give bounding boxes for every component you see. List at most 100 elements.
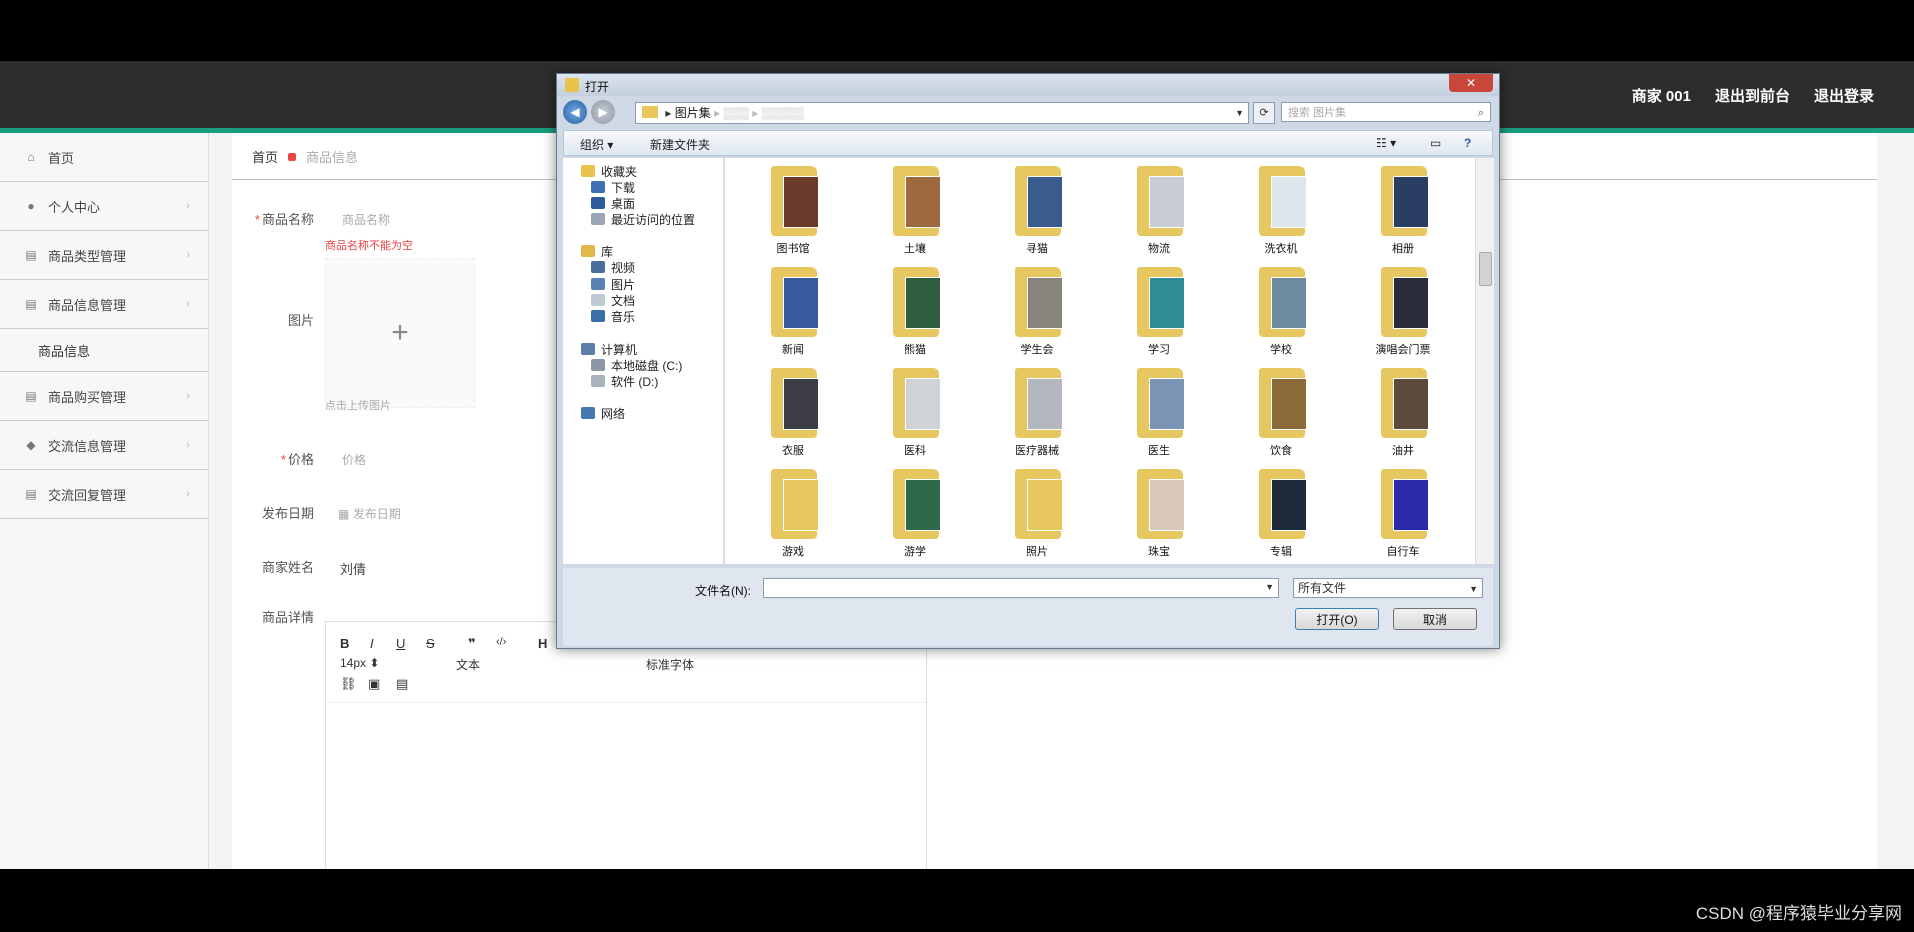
date-input[interactable]: ▦ 发布日期 — [338, 505, 401, 522]
folder-item[interactable]: 医生 — [1103, 362, 1215, 462]
nav-item-icon — [581, 245, 595, 257]
folder-item[interactable]: 土壤 — [859, 160, 971, 260]
refresh-button[interactable]: ⟳ — [1253, 102, 1275, 124]
folder-label: 医疗器械 — [1015, 445, 1059, 457]
folder-item[interactable]: 学生会 — [981, 261, 1093, 361]
underline-icon[interactable]: U — [396, 636, 405, 651]
filename-input[interactable]: ▼ — [763, 578, 1279, 598]
logout-link[interactable]: 退出登录 — [1814, 85, 1874, 106]
filename-dropdown-icon[interactable]: ▼ — [1265, 582, 1274, 592]
folder-item[interactable]: 珠宝 — [1103, 463, 1215, 563]
folder-item[interactable]: 学校 — [1225, 261, 1337, 361]
quote-icon[interactable]: ❞ — [468, 636, 476, 652]
rich-text-editor[interactable]: B I U S ❞ ‹/› H 14px ⬍ 文本 标准字体 ⛓ ▣ ▤ — [325, 621, 927, 869]
italic-icon[interactable]: I — [370, 636, 374, 651]
folder-item[interactable]: 熊猫 — [859, 261, 971, 361]
sidebar-item-label: 交流回复管理 — [48, 487, 127, 503]
file-type-select[interactable]: 所有文件 ▼ — [1293, 578, 1483, 598]
price-input[interactable]: 价格 — [342, 451, 366, 468]
folder-item[interactable]: 物流 — [1103, 160, 1215, 260]
sidebar-subitem-info[interactable]: 商品信息 — [0, 329, 208, 372]
preview-pane-icon[interactable]: ▭ — [1430, 136, 1441, 150]
organize-button[interactable]: 组织 ▾ — [580, 136, 613, 153]
folder-item[interactable]: 自行车 — [1347, 463, 1459, 563]
nav-item-icon — [591, 197, 605, 209]
name-input[interactable]: 商品名称 — [342, 211, 390, 228]
back-button[interactable]: ◀ — [563, 100, 587, 124]
nav-item[interactable]: 音乐 — [591, 307, 635, 325]
font-family-select[interactable]: 标准字体 — [646, 656, 694, 673]
nav-item-icon — [591, 181, 605, 193]
nav-item[interactable]: 视频 — [591, 258, 635, 276]
address-dropdown-icon[interactable]: ▼ — [1235, 103, 1244, 123]
folder-item[interactable]: 新闻 — [737, 261, 849, 361]
view-options-icon[interactable]: ☷ ▾ — [1376, 136, 1396, 150]
search-input[interactable]: 搜索 图片集 ⌕ — [1281, 102, 1491, 122]
chevron-icon: › — [186, 390, 190, 402]
folder-item[interactable]: 专辑 — [1225, 463, 1337, 563]
link-icon[interactable]: ⛓ — [340, 676, 357, 692]
dialog-titlebar[interactable]: 打开 ✕ — [557, 74, 1499, 96]
paragraph-select[interactable]: 文本 — [456, 656, 480, 673]
breadcrumb-home[interactable]: 首页 — [252, 147, 278, 166]
folder-item[interactable]: 游学 — [859, 463, 971, 563]
file-type-value: 所有文件 — [1298, 581, 1347, 595]
image-upload-box[interactable]: + — [325, 258, 475, 408]
sidebar-item-reply-mgmt[interactable]: ▤ 交流回复管理 › — [0, 470, 208, 519]
address-bar[interactable]: ▸ 图片集 ▸ ▒▒▒ ▸ ▒▒▒▒▒ ▼ — [635, 102, 1249, 124]
new-folder-button[interactable]: 新建文件夹 — [650, 136, 710, 153]
font-size-select[interactable]: 14px ⬍ — [340, 656, 379, 670]
folder-item[interactable]: 衣服 — [737, 362, 849, 462]
folder-item[interactable]: 医疗器械 — [981, 362, 1093, 462]
nav-item[interactable]: 最近访问的位置 — [591, 210, 695, 228]
strikethrough-icon[interactable]: S — [426, 636, 435, 651]
sidebar-item-type-mgmt[interactable]: ▤ 商品类型管理 › — [0, 231, 208, 280]
help-icon[interactable]: ? — [1464, 136, 1471, 150]
file-list-scrollbar[interactable] — [1475, 158, 1494, 564]
open-button[interactable]: 打开(O) — [1295, 608, 1379, 630]
folder-item[interactable]: 照片 — [981, 463, 1093, 563]
nav-item-label: 软件 (D:) — [611, 374, 659, 389]
sidebar-item-home[interactable]: ⌂ 首页 — [0, 133, 208, 182]
cancel-button[interactable]: 取消 — [1393, 608, 1477, 630]
folder-label: 游学 — [904, 546, 926, 558]
folder-item[interactable]: 图书馆 — [737, 160, 849, 260]
nav-item[interactable]: 网络 — [581, 404, 625, 422]
code-icon[interactable]: ‹/› — [496, 636, 506, 648]
merchant-input[interactable]: 刘倩 — [340, 559, 366, 578]
calendar-icon: ▦ — [338, 507, 350, 521]
image-icon[interactable]: ▣ — [368, 676, 380, 692]
scrollbar-thumb[interactable] — [1479, 252, 1492, 286]
address-row: ◀ ▶ ▸ 图片集 ▸ ▒▒▒ ▸ ▒▒▒▒▒ ▼ ⟳ 搜索 图片集 ⌕ — [563, 100, 1493, 126]
folder-item[interactable]: 演唱会门票 — [1347, 261, 1459, 361]
list-icon: ▤ — [25, 248, 37, 262]
sidebar-item-message-mgmt[interactable]: ◆ 交流信息管理 › — [0, 421, 208, 470]
folder-item[interactable]: 医科 — [859, 362, 971, 462]
home-icon: ⌂ — [27, 150, 35, 164]
folder-label: 熊猫 — [904, 344, 926, 356]
merchant-name[interactable]: 商家 001 — [1632, 85, 1691, 106]
folder-item[interactable]: 洗衣机 — [1225, 160, 1337, 260]
exit-front-link[interactable]: 退出到前台 — [1715, 85, 1790, 106]
folder-item[interactable]: 饮食 — [1225, 362, 1337, 462]
sidebar-item-profile[interactable]: ● 个人中心 › — [0, 182, 208, 231]
heading-icon[interactable]: H — [538, 636, 547, 651]
folder-item[interactable]: 相册 — [1347, 160, 1459, 260]
bold-icon[interactable]: B — [340, 636, 349, 651]
folder-label: 相册 — [1392, 243, 1414, 255]
chevron-icon: › — [186, 298, 190, 310]
sidebar-item-info-mgmt[interactable]: ▤ 商品信息管理 › — [0, 280, 208, 329]
folder-thumbnail — [1149, 479, 1185, 531]
folder-item[interactable]: 学习 — [1103, 261, 1215, 361]
folder-item[interactable]: 寻猫 — [981, 160, 1093, 260]
forward-button[interactable]: ▶ — [591, 100, 615, 124]
detail-label: 商品详情 — [261, 610, 314, 625]
nav-item[interactable]: 软件 (D:) — [591, 372, 658, 390]
close-button[interactable]: ✕ — [1449, 74, 1493, 92]
video-icon[interactable]: ▤ — [396, 676, 408, 692]
sidebar-item-purchase-mgmt[interactable]: ▤ 商品购买管理 › — [0, 372, 208, 421]
nav-item-label: 网络 — [601, 406, 626, 421]
folder-item[interactable]: 游戏 — [737, 463, 849, 563]
address-folder[interactable]: 图片集 — [675, 106, 711, 120]
folder-item[interactable]: 油井 — [1347, 362, 1459, 462]
